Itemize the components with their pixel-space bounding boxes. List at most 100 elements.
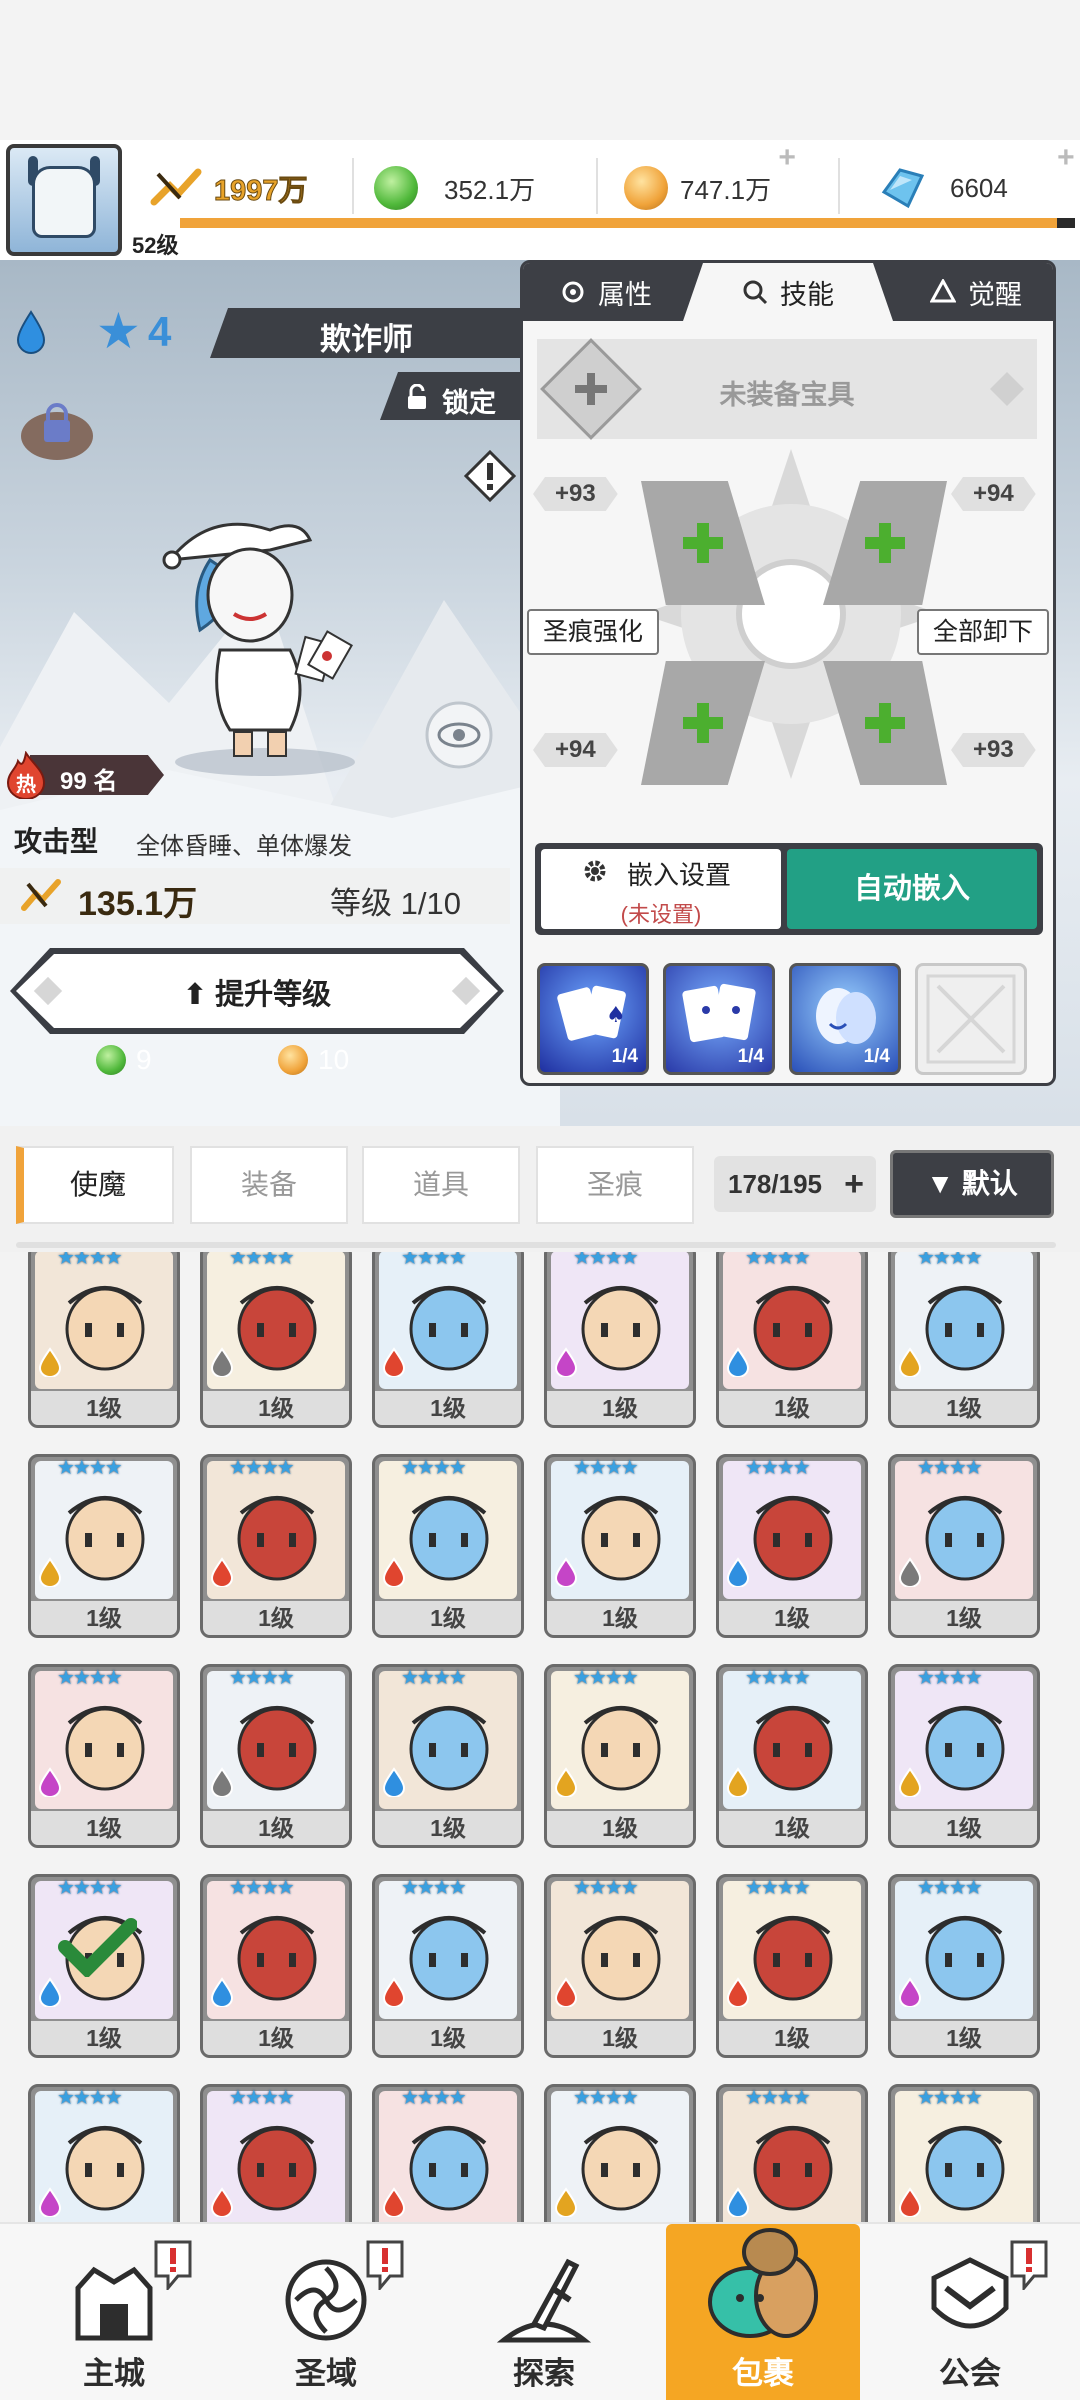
- star-rating-icon: ★★★★: [917, 1252, 983, 1269]
- bag-icon: [708, 2228, 818, 2338]
- inventory-filter-bar: 使魔 装备 道具 圣痕 178/195 + ▼ 默认: [0, 1126, 1080, 1252]
- player-avatar[interactable]: [6, 144, 122, 256]
- familiar-card[interactable]: ★★★★ 1级: [28, 1664, 180, 1848]
- familiar-card[interactable]: ★★★★ 1级: [28, 1874, 180, 2058]
- sort-dropdown[interactable]: ▼ 默认: [890, 1150, 1054, 1218]
- familiar-card[interactable]: ★★★★: [716, 2084, 868, 2222]
- stigma-enhance-button[interactable]: 圣痕强化: [527, 609, 660, 655]
- dark-element-icon: [38, 2187, 62, 2217]
- familiar-card[interactable]: ★★★★ 1级: [544, 1664, 696, 1848]
- familiar-card[interactable]: ★★★★ 1级: [716, 1454, 868, 1638]
- tab-attributes[interactable]: 属性: [523, 263, 689, 321]
- embed-settings-label: 嵌入设置: [627, 860, 732, 890]
- plus-icon: [865, 703, 905, 743]
- resource-bar: 52级 1997万 352.1万 747.1万 + 6604 +: [0, 140, 1080, 260]
- familiar-card[interactable]: ★★★★: [372, 2084, 524, 2222]
- view-eye-icon[interactable]: [424, 700, 494, 770]
- familiar-card[interactable]: ★★★★: [544, 2084, 696, 2222]
- combat-power-icon: [21, 879, 61, 911]
- nav-bag[interactable]: 包裹: [666, 2224, 860, 2400]
- treasure-slot[interactable]: 未装备宝具: [537, 338, 1037, 440]
- star-rating-icon: ★★★★: [745, 1457, 811, 1479]
- skin-lock-icon[interactable]: [14, 390, 100, 470]
- power-resource: 1997万: [150, 160, 308, 216]
- tab-awaken[interactable]: 觉醒: [893, 263, 1053, 321]
- familiar-level: 1级: [375, 2021, 521, 2055]
- familiar-card[interactable]: ★★★★ 1级: [200, 1252, 352, 1428]
- star-rating-icon: ★★★★: [917, 1667, 983, 1689]
- auto-embed-button[interactable]: 自动嵌入: [787, 849, 1037, 929]
- nav-label: 公会: [939, 2356, 1001, 2391]
- familiar-card[interactable]: ★★★★ 1级: [888, 1454, 1040, 1638]
- inventory-count-value: 178/195: [728, 1169, 822, 1199]
- familiar-card[interactable]: ★★★★: [888, 2084, 1040, 2222]
- wind-element-icon: [898, 1767, 922, 1797]
- expand-inventory-icon[interactable]: +: [844, 1156, 864, 1212]
- familiar-card[interactable]: ★★★★: [200, 2084, 352, 2222]
- plus-icon: [865, 523, 905, 563]
- familiar-card[interactable]: ★★★★ 1级: [716, 1252, 868, 1428]
- familiar-card[interactable]: ★★★★ 1级: [200, 1664, 352, 1848]
- familiar-card[interactable]: ★★★★ 1级: [716, 1874, 868, 2058]
- plus-icon: [683, 523, 723, 563]
- water-element-icon: [210, 1977, 234, 2007]
- castle-icon: [75, 2266, 153, 2341]
- dark-element-icon: [554, 1347, 578, 1377]
- embed-settings-button[interactable]: 嵌入设置 (未设置): [541, 849, 781, 929]
- familiar-card[interactable]: ★★★★ 1级: [372, 1454, 524, 1638]
- nav-sanctuary[interactable]: 圣域: [226, 2224, 426, 2400]
- upgrade-level-button[interactable]: ⬆ 提升等级: [10, 948, 504, 1034]
- familiar-card[interactable]: ★★★★ 1级: [888, 1664, 1040, 1848]
- water-element-icon: [38, 1977, 62, 2007]
- nav-main-city[interactable]: 主城: [14, 2224, 214, 2400]
- lock-label: 锁定: [442, 388, 496, 418]
- unequip-all-button[interactable]: 全部卸下: [917, 609, 1050, 655]
- tab-stigma[interactable]: 圣痕: [536, 1146, 694, 1224]
- add-gold-button[interactable]: +: [773, 143, 801, 173]
- lock-button[interactable]: 锁定: [380, 372, 520, 420]
- inventory-count[interactable]: 178/195 +: [714, 1156, 876, 1212]
- skill-card-2[interactable]: 1/4: [663, 963, 775, 1075]
- familiar-card[interactable]: ★★★★ 1级: [544, 1454, 696, 1638]
- add-diamond-button[interactable]: +: [1052, 143, 1080, 173]
- familiar-card[interactable]: ★★★★ 1级: [888, 1252, 1040, 1428]
- tab-skills[interactable]: 技能: [683, 263, 893, 321]
- star-rating-icon: ★★★★: [229, 2087, 295, 2109]
- nav-label: 主城: [83, 2356, 145, 2391]
- familiar-card[interactable]: ★★★★ 1级: [888, 1874, 1040, 2058]
- nav-label: 包裹: [732, 2356, 794, 2391]
- nav-guild[interactable]: 公会: [870, 2224, 1070, 2400]
- skill-card-empty[interactable]: [915, 963, 1027, 1075]
- tab-familiars[interactable]: 使魔: [16, 1146, 174, 1224]
- familiar-level: 1级: [547, 1811, 693, 1845]
- nav-explore[interactable]: 探索: [444, 2224, 644, 2400]
- hero-name: 欺诈师: [320, 322, 413, 357]
- familiar-card[interactable]: ★★★★ 1级: [200, 1454, 352, 1638]
- tab-items[interactable]: 道具: [362, 1146, 520, 1224]
- wind-element-icon: [554, 2187, 578, 2217]
- bottom-navigation: 主城 圣域 探索 包裹 公会: [0, 2222, 1080, 2400]
- familiar-card[interactable]: ★★★★ 1级: [544, 1252, 696, 1428]
- water-element-icon: [726, 1347, 750, 1377]
- familiar-card[interactable]: ★★★★: [28, 2084, 180, 2222]
- dark-element-icon: [554, 1557, 578, 1587]
- familiar-card[interactable]: ★★★★ 1级: [372, 1874, 524, 2058]
- skill-card-3[interactable]: 1/4: [789, 963, 901, 1075]
- familiar-card[interactable]: ★★★★ 1级: [28, 1252, 180, 1428]
- tab-equipment[interactable]: 装备: [190, 1146, 348, 1224]
- familiar-card[interactable]: ★★★★ 1级: [200, 1874, 352, 2058]
- familiar-card[interactable]: ★★★★ 1级: [28, 1454, 180, 1638]
- gold-cost: 10: [278, 1044, 349, 1076]
- familiar-card[interactable]: ★★★★ 1级: [716, 1664, 868, 1848]
- wind-element-icon: [898, 1347, 922, 1377]
- upgrade-label: ⬆ 提升等级: [182, 979, 332, 1011]
- popularity-rank-badge[interactable]: 99 名 热: [4, 751, 164, 801]
- familiar-card[interactable]: ★★★★ 1级: [544, 1874, 696, 2058]
- warning-icon[interactable]: [464, 450, 516, 502]
- skill-card-1[interactable]: ♠ 1/4: [537, 963, 649, 1075]
- upgrade-cost: 9 10: [96, 1044, 416, 1084]
- wind-element-icon: [38, 1347, 62, 1377]
- familiar-card[interactable]: ★★★★ 1级: [372, 1664, 524, 1848]
- familiar-card[interactable]: ★★★★ 1级: [372, 1252, 524, 1428]
- familiar-level: 1级: [31, 1811, 177, 1845]
